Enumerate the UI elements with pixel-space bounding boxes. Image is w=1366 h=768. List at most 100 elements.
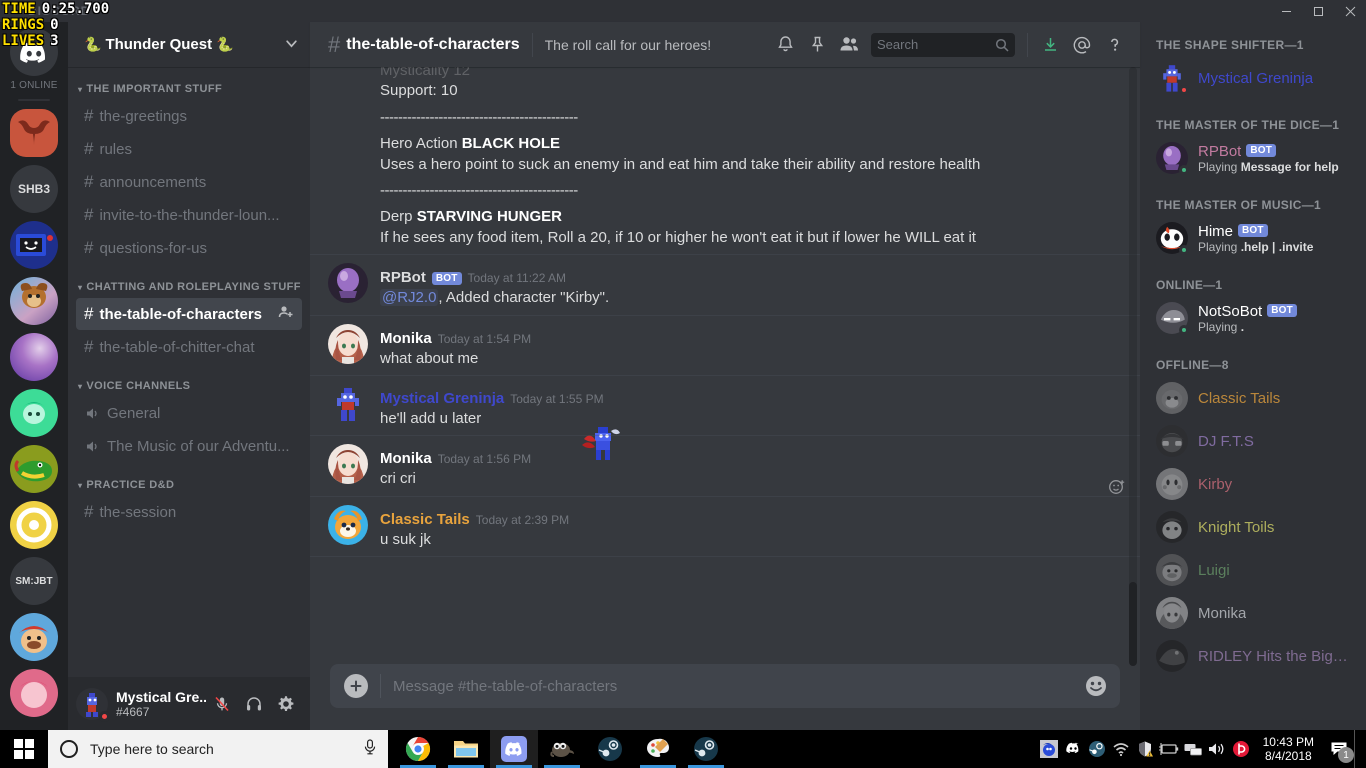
member-knight-toils[interactable]: Knight Toils	[1148, 506, 1358, 548]
server-list[interactable]: 1 ONLINE SHB3 SM:JBT	[0, 22, 68, 730]
taskbar-app-steam[interactable]	[586, 730, 634, 768]
tails-avatar[interactable]	[328, 504, 368, 545]
system-tray[interactable]: 10:43 PM 8/4/2018 1	[1037, 730, 1366, 768]
message-author[interactable]: Monika	[380, 330, 432, 347]
create-invite-icon[interactable]	[278, 304, 294, 324]
voice-channel-the-music-of-our-adventure[interactable]: The Music of our Adventu...	[76, 430, 302, 462]
avatar[interactable]	[76, 687, 110, 722]
channel-announcements[interactable]: # announcements	[76, 166, 302, 198]
mentions-icon[interactable]	[1066, 29, 1098, 61]
deafen-button[interactable]	[238, 688, 270, 720]
line-text: Derp	[380, 208, 417, 226]
member-luigi[interactable]: Luigi	[1148, 549, 1358, 591]
taskbar-app-discord[interactable]	[490, 730, 538, 768]
server-icon-purple-orb[interactable]	[10, 333, 58, 381]
taskbar-app-file-explorer[interactable]	[442, 730, 490, 768]
greninja-avatar[interactable]	[328, 384, 368, 424]
category-header-important-stuff[interactable]: ▾ THE IMPORTANT STUFF	[68, 83, 310, 99]
plus-icon[interactable]	[344, 674, 368, 698]
channel-questions-for-us[interactable]: # questions-for-us	[76, 232, 302, 264]
microphone-icon[interactable]	[362, 738, 378, 761]
message-input[interactable]	[393, 677, 1084, 695]
channel-the-table-of-characters[interactable]: # the-table-of-characters	[76, 298, 302, 330]
member-dj-fts[interactable]: DJ F.T.S	[1148, 420, 1358, 462]
download-icon[interactable]	[1034, 29, 1066, 61]
member-kirby[interactable]: Kirby	[1148, 463, 1358, 505]
help-icon[interactable]	[1098, 29, 1130, 61]
member-list[interactable]: THE SHAPE SHIFTER—1 Mystical Greninja TH…	[1140, 22, 1366, 730]
server-icon-ring[interactable]	[10, 501, 58, 549]
action-center-button[interactable]: 1	[1324, 730, 1354, 768]
server-icon-sally[interactable]	[10, 277, 58, 325]
taskbar-search[interactable]: Type here to search	[48, 730, 388, 768]
user-settings-button[interactable]	[270, 688, 302, 720]
message-author[interactable]: Monika	[380, 450, 432, 467]
search-box[interactable]	[871, 32, 1015, 57]
beats-icon[interactable]	[1229, 730, 1253, 768]
clock[interactable]: 10:43 PM 8/4/2018	[1253, 735, 1324, 763]
channel-list[interactable]: ▾ THE IMPORTANT STUFF # the-greetings # …	[68, 67, 310, 677]
mute-microphone-button[interactable]	[206, 688, 238, 720]
member-hime[interactable]: Hime BOT Playing .help | .invite	[1148, 217, 1358, 259]
sonic-icon[interactable]	[1037, 730, 1061, 768]
minimize-button[interactable]	[1270, 0, 1302, 22]
taskbar-app-steam-2[interactable]	[682, 730, 730, 768]
taskbar-app-gimp[interactable]	[538, 730, 586, 768]
bell-icon[interactable]	[769, 29, 801, 61]
channel-invite-to-the-thunder-lounge[interactable]: # invite-to-the-thunder-loun...	[76, 199, 302, 231]
show-desktop-button[interactable]	[1354, 730, 1362, 768]
message-author[interactable]: Classic Tails	[380, 511, 470, 528]
channel-the-greetings[interactable]: # the-greetings	[76, 100, 302, 132]
server-icon-tv[interactable]	[10, 221, 58, 269]
member-rpbot[interactable]: RPBot BOT Playing Message for help	[1148, 137, 1358, 179]
message-author[interactable]: Mystical Greninja	[380, 390, 504, 407]
member-mystical-greninja[interactable]: Mystical Greninja	[1148, 57, 1358, 99]
security-shield-icon[interactable]	[1133, 730, 1157, 768]
member-ridley[interactable]: RIDLEY Hits the Big Tim...	[1148, 635, 1358, 677]
server-icon-pink[interactable]	[10, 669, 58, 717]
voice-channel-general[interactable]: General	[76, 397, 302, 429]
server-icon-dragon[interactable]	[10, 109, 58, 157]
server-icon-smjbt[interactable]: SM:JBT	[10, 557, 58, 605]
message-scrollbar-track[interactable]	[1129, 67, 1137, 654]
battery-icon[interactable]	[1157, 730, 1181, 768]
message-header: Monika Today at 1:54 PM	[380, 330, 1092, 347]
close-button[interactable]	[1334, 0, 1366, 22]
search-input[interactable]	[877, 37, 995, 52]
mention-link[interactable]: @RJ2.0	[380, 289, 439, 307]
message-author[interactable]: RPBot	[380, 269, 426, 286]
channel-the-session[interactable]: # the-session	[76, 496, 302, 528]
composer-box[interactable]	[330, 664, 1120, 708]
volume-icon[interactable]	[1205, 730, 1229, 768]
category-header-voice-channels[interactable]: ▾ VOICE CHANNELS	[68, 364, 310, 396]
server-icon-green-fairy[interactable]	[10, 389, 58, 437]
channel-rules[interactable]: # rules	[76, 133, 302, 165]
channel-the-table-of-chitter-chat[interactable]: # the-table-of-chitter-chat	[76, 331, 302, 363]
member-classic-tails[interactable]: Classic Tails	[1148, 377, 1358, 419]
steam-tray-icon[interactable]	[1085, 730, 1109, 768]
member-monika[interactable]: Monika	[1148, 592, 1358, 634]
monika-avatar[interactable]	[328, 323, 368, 364]
category-header-practice-dnd[interactable]: ▾ PRACTICE D&D	[68, 463, 310, 495]
taskbar-app-chrome[interactable]	[394, 730, 442, 768]
activity-prefix: Playing	[1198, 239, 1241, 254]
members-icon[interactable]	[833, 29, 865, 61]
message-list[interactable]: Mysticality 12 Support: 10 -------------…	[310, 67, 1140, 654]
start-button[interactable]	[0, 730, 48, 768]
server-icon-vector[interactable]	[10, 445, 58, 493]
notification-badge: 1	[1338, 747, 1354, 763]
server-icon-mario[interactable]	[10, 613, 58, 661]
member-notsobot[interactable]: NotSoBot BOT Playing .	[1148, 297, 1358, 339]
category-header-chatting-roleplaying[interactable]: ▾ CHATTING AND ROLEPLAYING STUFF	[68, 265, 310, 297]
taskbar-apps[interactable]	[394, 730, 730, 768]
wifi-icon[interactable]	[1109, 730, 1133, 768]
server-icon-shb3[interactable]: SHB3	[10, 165, 58, 213]
monika-avatar[interactable]	[328, 444, 368, 485]
pin-icon[interactable]	[801, 29, 833, 61]
rpbot-avatar[interactable]	[328, 263, 368, 304]
maximize-button[interactable]	[1302, 0, 1334, 22]
network-icon[interactable]	[1181, 730, 1205, 768]
discord-tray-icon[interactable]	[1061, 730, 1085, 768]
emoji-icon[interactable]	[1084, 674, 1108, 698]
taskbar-app-paint[interactable]	[634, 730, 682, 768]
